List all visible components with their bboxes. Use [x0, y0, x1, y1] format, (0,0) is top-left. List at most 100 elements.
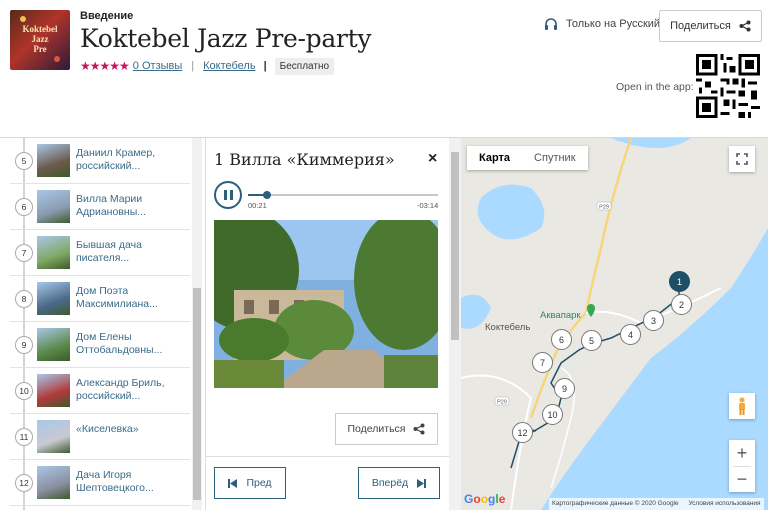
stop-title: 1 Вилла «Киммерия»: [214, 150, 395, 169]
map-marker[interactable]: 6: [551, 329, 572, 350]
map-type-tabs: Карта Спутник: [467, 146, 588, 170]
stop-navigation: Пред Вперёд: [206, 456, 449, 510]
list-item[interactable]: 9 Дом Елены Оттобальдовны...: [10, 322, 190, 368]
reviews-link[interactable]: 0 Отзывы: [133, 60, 182, 72]
previous-stop-button[interactable]: Пред: [214, 467, 286, 499]
stop-thumbnail: [37, 190, 70, 223]
list-item[interactable]: 6 Вилла Марии Адриановны...: [10, 184, 190, 230]
stop-number: 11: [15, 428, 33, 446]
map-marker[interactable]: 7: [532, 352, 553, 373]
share-button[interactable]: Поделиться: [659, 10, 762, 42]
pegman-icon: [739, 397, 745, 415]
map-marker[interactable]: 2: [671, 294, 692, 315]
list-scrollbar[interactable]: [192, 138, 202, 510]
time-current: 00:21: [248, 201, 267, 210]
map-marker[interactable]: 3: [643, 310, 664, 331]
zoom-controls: + −: [729, 440, 755, 492]
tab-satellite[interactable]: Спутник: [522, 146, 587, 170]
stop-label: Дом Поэта Максимилиана...: [76, 285, 158, 310]
stop-photo: [214, 220, 438, 388]
map-marker[interactable]: 1: [669, 271, 690, 292]
tour-map[interactable]: P29 P29 Аквапарк Коктебель 1 2 3 4 5 6 7 9 10 12 …: [461, 138, 768, 510]
street-view-button[interactable]: [729, 393, 755, 419]
map-marker[interactable]: 5: [581, 330, 602, 351]
stop-label: Дача Игоря Шептовецкого...: [76, 469, 154, 494]
zoom-in-button[interactable]: +: [737, 440, 748, 466]
list-scrollbar-thumb[interactable]: [193, 288, 201, 500]
list-item[interactable]: 11 «Киселевка»: [10, 414, 190, 460]
audio-progress-handle[interactable]: [263, 191, 271, 199]
qr-code-icon[interactable]: [696, 54, 760, 118]
price-badge: Бесплатно: [274, 57, 335, 75]
map-marker[interactable]: 10: [542, 404, 563, 425]
stop-thumbnail: [37, 420, 70, 453]
stop-share-button[interactable]: Поделиться: [335, 413, 438, 445]
map-marker[interactable]: 9: [554, 378, 575, 399]
audio-progress-bar[interactable]: [248, 191, 438, 199]
stop-number: 8: [15, 290, 33, 308]
cover-decoration: [54, 56, 60, 62]
divider: |: [263, 60, 267, 72]
list-item[interactable]: 5 Даниил Крамер, российский...: [10, 138, 190, 184]
divider: |: [191, 60, 195, 72]
stop-thumbnail: [37, 328, 70, 361]
pause-icon: [229, 190, 233, 200]
stop-label: Вилла Марии Адриановны...: [76, 193, 146, 218]
share-icon: [413, 423, 425, 435]
stop-number: 9: [15, 336, 33, 354]
time-remaining: -03:14: [417, 201, 439, 210]
zoom-out-button[interactable]: −: [737, 467, 748, 492]
list-item[interactable]: 8 Дом Поэта Максимилиана...: [10, 276, 190, 322]
location-link[interactable]: Коктебель: [203, 60, 255, 72]
tour-header: Koktebel Jazz Pre Введение Koktebel Jazz P…: [0, 0, 768, 138]
stop-thumbnail: [37, 282, 70, 315]
map-attribution: Картографические данные © 2020 Google Ус…: [549, 498, 764, 510]
fullscreen-icon: [736, 153, 748, 165]
stop-number: 5: [15, 152, 33, 170]
close-button[interactable]: ×: [428, 150, 437, 168]
place-label-aquapark: Аквапарк: [540, 310, 581, 321]
stop-label: Даниил Крамер, российский...: [76, 147, 156, 172]
road-label: P29: [497, 400, 507, 406]
stop-label: Александр Бриль, российский...: [76, 377, 165, 402]
share-icon: [739, 20, 751, 32]
eyebrow-label: Введение: [80, 10, 134, 22]
list-item[interactable]: 12 Дача Игоря Шептовецкого...: [10, 460, 190, 506]
list-item[interactable]: 7 Бывшая дача писателя...: [10, 230, 190, 276]
stop-detail-panel: 1 Вилла «Киммерия» × 00:21 -03:14 Подели…: [205, 138, 461, 510]
stop-thumbnail: [37, 466, 70, 499]
rating-stars: ★★★★★: [80, 59, 130, 73]
tab-map[interactable]: Карта: [467, 146, 522, 170]
map-marker[interactable]: 4: [620, 324, 641, 345]
detail-scrollbar[interactable]: [449, 138, 461, 510]
tour-meta: ★★★★★ 0 Отзывы | Коктебель | Бесплатно: [80, 57, 335, 75]
stops-list: 5 Даниил Крамер, российский... 6 Вилла Мари…: [0, 138, 202, 510]
fullscreen-button[interactable]: [729, 146, 755, 172]
detail-scrollbar-thumb[interactable]: [451, 152, 459, 340]
language-label: Только на Русский: [566, 18, 661, 30]
stop-number: 12: [15, 474, 33, 492]
skip-forward-icon: [417, 478, 427, 488]
terms-link[interactable]: Условия использования: [688, 500, 760, 507]
tour-cover-image: Koktebel Jazz Pre: [10, 10, 70, 70]
cover-decoration: [20, 16, 26, 22]
next-label: Вперёд: [371, 477, 409, 489]
stop-label: «Киселевка»: [76, 423, 139, 435]
stop-thumbnail: [37, 374, 70, 407]
list-item[interactable]: 10 Александр Бриль, российский...: [10, 368, 190, 414]
stop-thumbnail: [37, 144, 70, 177]
page-title: Koktebel Jazz Pre-party: [80, 24, 372, 53]
pause-icon: [223, 190, 227, 200]
road-label: P29: [599, 205, 609, 211]
previous-label: Пред: [246, 477, 272, 489]
map-marker[interactable]: 12: [512, 422, 533, 443]
stop-label: Дом Елены Оттобальдовны...: [76, 331, 163, 356]
map-copyright: Картографические данные © 2020 Google: [552, 500, 679, 507]
pause-button[interactable]: [214, 181, 242, 209]
stop-number: 6: [15, 198, 33, 216]
place-label-town: Коктебель: [485, 322, 531, 333]
next-stop-button[interactable]: Вперёд: [358, 467, 440, 499]
stop-number: 10: [15, 382, 33, 400]
share-label: Поделиться: [670, 20, 731, 32]
stop-label: Бывшая дача писателя...: [76, 239, 142, 264]
